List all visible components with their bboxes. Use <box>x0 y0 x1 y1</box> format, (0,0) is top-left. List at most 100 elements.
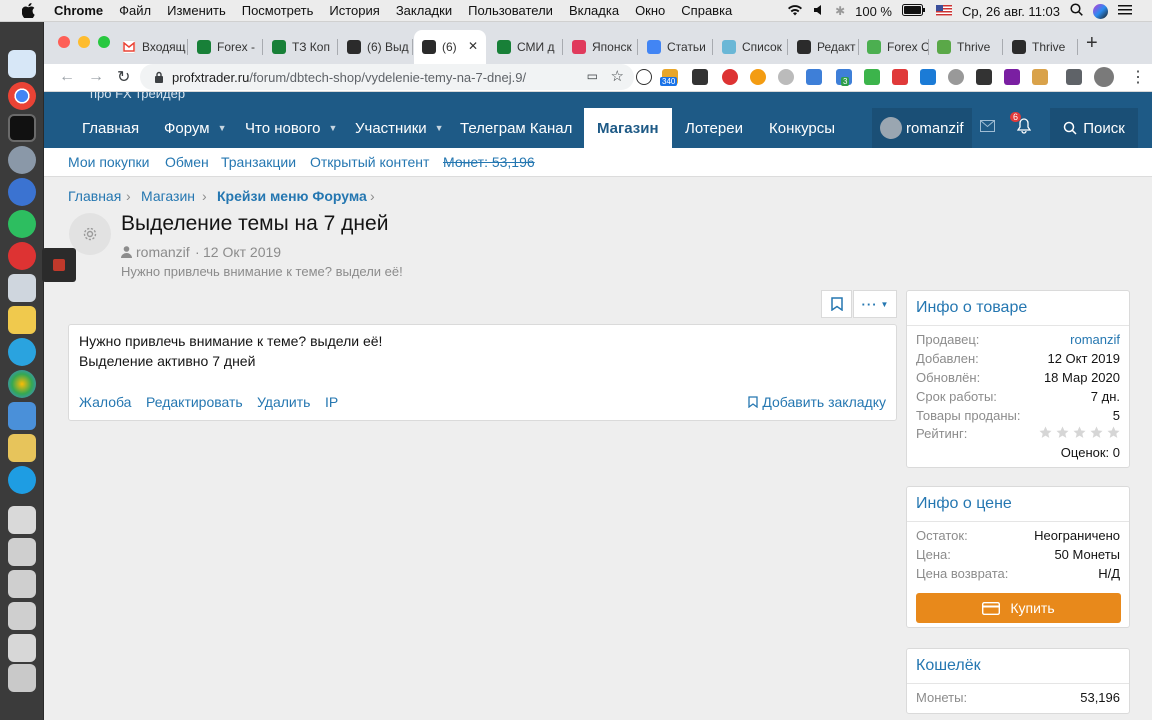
menu-bookmarks[interactable]: Закладки <box>388 3 460 18</box>
skype-icon[interactable] <box>8 466 36 494</box>
delete-link[interactable]: Удалить <box>257 394 310 410</box>
chrome-menu-icon[interactable]: ⋮ <box>1130 67 1146 87</box>
extension-icon-13[interactable] <box>976 69 992 85</box>
pages-icon[interactable] <box>8 306 36 334</box>
subnav-transactions[interactable]: Транзакции <box>221 154 296 170</box>
extension-icon-10[interactable] <box>892 69 908 85</box>
bluetooth-icon[interactable]: ✱ <box>835 4 845 18</box>
document-icon[interactable] <box>8 506 36 534</box>
edit-link[interactable]: Редактировать <box>146 394 243 410</box>
menu-help[interactable]: Справка <box>673 3 740 18</box>
menu-history[interactable]: История <box>321 3 387 18</box>
trash-icon[interactable] <box>8 664 36 692</box>
add-bookmark-link[interactable]: Добавить закладку <box>748 394 886 410</box>
preview-icon[interactable] <box>8 402 36 430</box>
browser-tab[interactable]: Forex C <box>859 30 929 64</box>
tab-active[interactable]: (6) ✕ <box>414 30 486 64</box>
bookmark-star-icon[interactable]: ☆ <box>611 67 624 85</box>
chevron-down-icon[interactable]: ▼ <box>328 123 337 133</box>
launchpad-icon[interactable] <box>8 146 36 174</box>
breadcrumb-shop[interactable]: Магазин <box>141 188 195 204</box>
star-icon[interactable] <box>1107 426 1120 439</box>
siri-icon[interactable] <box>1093 3 1108 19</box>
browser-tab[interactable]: Входящ <box>114 30 188 64</box>
nav-item-4[interactable]: Телеграм Канал <box>460 108 572 148</box>
activity-monitor-icon[interactable] <box>8 114 36 142</box>
menu-edit[interactable]: Изменить <box>159 3 234 18</box>
chevron-down-icon[interactable]: ▼ <box>435 123 444 133</box>
extensions-puzzle-icon[interactable] <box>1066 69 1082 85</box>
back-icon[interactable]: ← <box>59 68 75 86</box>
report-link[interactable]: Жалоба <box>79 394 131 410</box>
extension-icon-7[interactable] <box>806 69 822 85</box>
filezilla-icon[interactable] <box>8 242 36 270</box>
rating-stars[interactable] <box>1035 426 1120 445</box>
keynote-icon[interactable] <box>8 274 36 302</box>
screenshot-2-icon[interactable] <box>8 570 36 598</box>
photos-icon[interactable] <box>8 370 36 398</box>
volume-icon[interactable] <box>813 4 825 19</box>
browser-tab[interactable]: СМИ д <box>489 30 563 64</box>
battery-icon[interactable] <box>902 3 926 19</box>
info-extension-icon[interactable] <box>636 69 652 85</box>
browser-tab[interactable]: Японск <box>564 30 638 64</box>
spotlight-icon[interactable] <box>1070 3 1083 19</box>
browser-tab[interactable]: Статьи <box>639 30 713 64</box>
iq-extension-icon[interactable] <box>920 69 936 85</box>
ip-link[interactable]: IP <box>325 394 338 410</box>
apple-icon[interactable] <box>20 3 36 19</box>
subnav-open-content[interactable]: Открытый контент <box>310 154 429 170</box>
extension-icon-4[interactable] <box>722 69 738 85</box>
star-icon[interactable] <box>1090 426 1103 439</box>
notification-center-icon[interactable] <box>1118 4 1132 19</box>
evernote-icon[interactable] <box>8 210 36 238</box>
extension-icon-8[interactable]: 3 <box>836 69 852 86</box>
browser-tab[interactable]: ТЗ Коп <box>264 30 338 64</box>
item-author[interactable]: romanzif <box>136 244 190 260</box>
forward-icon[interactable]: → <box>88 68 104 86</box>
wifi-icon[interactable] <box>787 4 803 19</box>
star-icon[interactable] <box>1073 426 1086 439</box>
floating-widget[interactable] <box>42 248 76 282</box>
more-actions-button[interactable]: ··· ▼ <box>853 290 897 318</box>
extension-icon-2[interactable]: 340 <box>660 69 678 86</box>
nav-item-5[interactable]: Магазин <box>584 108 672 148</box>
nav-item-2[interactable]: Что нового ▼ <box>245 108 337 148</box>
subnav-my-purchases[interactable]: Мои покупки <box>68 154 150 170</box>
minimize-window-button[interactable] <box>78 36 90 48</box>
reload-icon[interactable]: ↻ <box>117 67 130 87</box>
browser-tab[interactable]: Список <box>714 30 788 64</box>
extension-icon-5[interactable] <box>750 69 766 85</box>
us-flag-icon[interactable] <box>936 4 952 19</box>
extension-icon-9[interactable] <box>864 69 880 85</box>
new-tab-button[interactable]: + <box>1086 32 1098 55</box>
nav-item-0[interactable]: Главная <box>82 108 139 148</box>
nav-item-3[interactable]: Участники ▼ <box>355 108 444 148</box>
menu-tab[interactable]: Вкладка <box>561 3 627 18</box>
browser-tab[interactable]: Редакт <box>789 30 859 64</box>
breadcrumb-home[interactable]: Главная <box>68 188 121 204</box>
telegram-icon[interactable] <box>8 338 36 366</box>
cast-icon[interactable]: ▭ <box>587 69 598 83</box>
breadcrumb-category[interactable]: Крейзи меню Форума <box>217 188 367 204</box>
subnav-exchange[interactable]: Обмен <box>165 154 209 170</box>
tasks-icon[interactable] <box>8 178 36 206</box>
star-icon[interactable] <box>1056 426 1069 439</box>
extension-icon-15[interactable] <box>1032 69 1048 85</box>
extension-icon-3[interactable] <box>692 69 708 85</box>
screenshot-4-icon[interactable] <box>8 634 36 662</box>
menubar-clock[interactable]: Ср, 26 авг. 11:03 <box>962 4 1060 19</box>
browser-tab[interactable]: Thrive <box>1004 30 1078 64</box>
extension-icon-6[interactable] <box>778 69 794 85</box>
profile-avatar[interactable] <box>1094 67 1114 87</box>
star-icon[interactable] <box>1039 426 1052 439</box>
finder-icon[interactable] <box>8 50 36 78</box>
subnav-coins[interactable]: Монет: 53,196 <box>443 154 535 170</box>
screenshot-3-icon[interactable] <box>8 602 36 630</box>
menu-people[interactable]: Пользователи <box>460 3 561 18</box>
archive-icon[interactable] <box>8 434 36 462</box>
extension-icon-12[interactable] <box>948 69 964 85</box>
zoom-window-button[interactable] <box>98 36 110 48</box>
menu-file[interactable]: Файл <box>111 3 159 18</box>
lock-icon[interactable] <box>154 71 164 83</box>
